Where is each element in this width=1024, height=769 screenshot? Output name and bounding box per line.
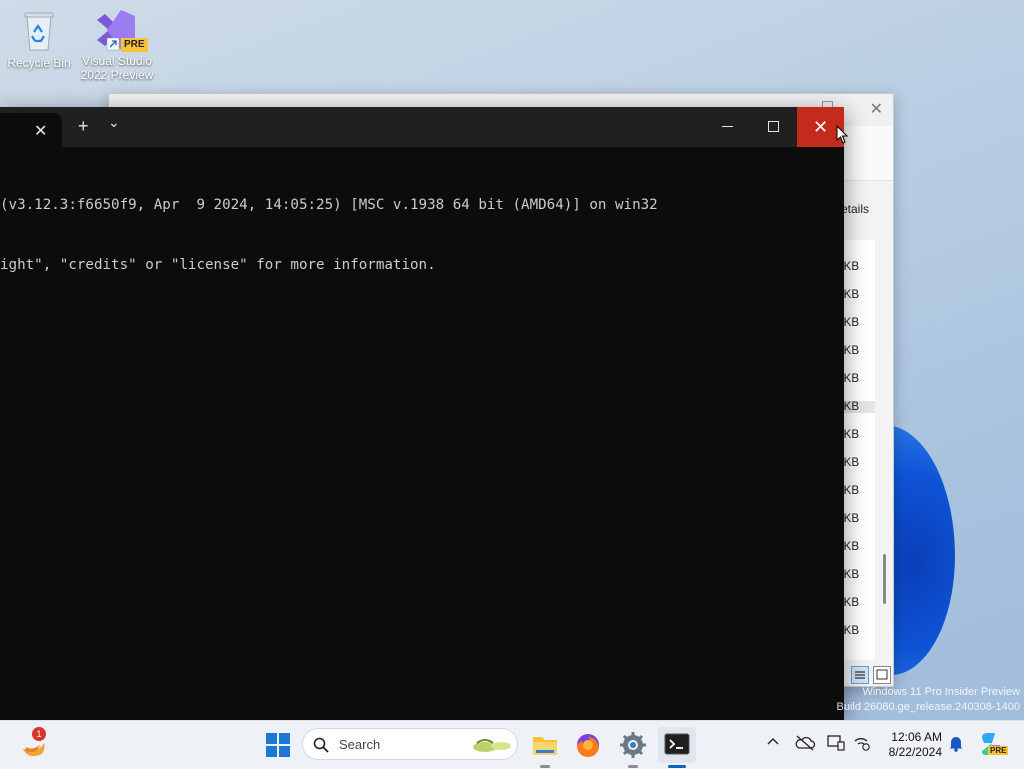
close-icon[interactable]: ✕ bbox=[870, 99, 883, 119]
search-highlight-icon bbox=[473, 739, 511, 752]
network-icon[interactable] bbox=[853, 735, 871, 751]
terminal-taskbar-button[interactable] bbox=[658, 727, 696, 763]
notification-badge: 1 bbox=[32, 727, 46, 741]
pre-badge: PRE bbox=[121, 38, 148, 52]
terminal-icon bbox=[664, 733, 690, 755]
scrollbar-thumb[interactable] bbox=[883, 554, 886, 604]
recycle-bin-icon bbox=[19, 10, 59, 52]
copilot-pre-badge: PRE bbox=[988, 746, 1009, 755]
system-clock[interactable]: 12:06 AM 8/22/2024 bbox=[889, 730, 942, 760]
copilot-icon[interactable]: PRE bbox=[978, 730, 1010, 762]
details-view-icon[interactable] bbox=[851, 666, 869, 684]
terminal-window[interactable]: ✕ + ⌄ ✕ (v3.12.3:f6650f9, Apr 9 2024, 14… bbox=[0, 107, 849, 720]
terminal-line: (v3.12.3:f6650f9, Apr 9 2024, 14:05:25) … bbox=[0, 197, 658, 213]
view-switcher bbox=[851, 666, 891, 684]
firefox-icon[interactable] bbox=[572, 729, 604, 761]
watermark-line: Build 26080.ge_release.240308-1400 bbox=[836, 701, 1021, 713]
close-tab-icon[interactable]: ✕ bbox=[34, 121, 47, 141]
search-icon bbox=[313, 737, 329, 753]
clock-time: 12:06 AM bbox=[891, 730, 942, 744]
file-explorer-icon[interactable] bbox=[529, 729, 561, 761]
windows-icon bbox=[266, 733, 290, 757]
onedrive-offline-icon[interactable] bbox=[795, 735, 815, 751]
desktop-icon-label: Recycle Bin bbox=[7, 56, 71, 70]
display-icon[interactable] bbox=[827, 735, 845, 751]
start-button[interactable] bbox=[262, 729, 294, 761]
clock-date: 8/22/2024 bbox=[888, 745, 942, 759]
minimize-button[interactable] bbox=[722, 126, 733, 127]
tab-dropdown-icon[interactable]: ⌄ bbox=[108, 114, 120, 131]
settings-gear-icon[interactable] bbox=[617, 729, 649, 761]
search-placeholder: Search bbox=[339, 737, 381, 752]
widgets-icon[interactable]: 1 bbox=[18, 727, 50, 761]
desktop-icon-recycle-bin[interactable]: Recycle Bin bbox=[2, 10, 76, 70]
mouse-cursor-icon bbox=[836, 125, 849, 144]
chevron-up-icon[interactable] bbox=[766, 735, 780, 749]
notification-bell-icon[interactable] bbox=[948, 734, 964, 752]
terminal-output[interactable]: (v3.12.3:f6650f9, Apr 9 2024, 14:05:25) … bbox=[0, 155, 658, 315]
desktop-icon-label: Visual Studio 2022 Preview bbox=[80, 54, 154, 82]
new-tab-button[interactable]: + bbox=[78, 116, 89, 137]
terminal-tabbar[interactable]: ✕ + ⌄ ✕ bbox=[0, 107, 849, 147]
taskbar: 1 Search 12:06 AM 8/22/2024 PRE bbox=[0, 720, 1024, 769]
desktop-icon-visual-studio[interactable]: PRE Visual Studio 2022 Preview bbox=[80, 8, 154, 82]
maximize-button[interactable] bbox=[768, 121, 779, 132]
terminal-tab[interactable]: ✕ bbox=[0, 113, 62, 147]
search-box[interactable]: Search bbox=[302, 728, 518, 760]
terminal-line: ight", "credits" or "license" for more i… bbox=[0, 257, 436, 273]
watermark-line: Windows 11 Pro Insider Preview bbox=[862, 686, 1020, 698]
tiles-view-icon[interactable] bbox=[873, 666, 891, 684]
visual-studio-icon: PRE bbox=[91, 8, 148, 52]
